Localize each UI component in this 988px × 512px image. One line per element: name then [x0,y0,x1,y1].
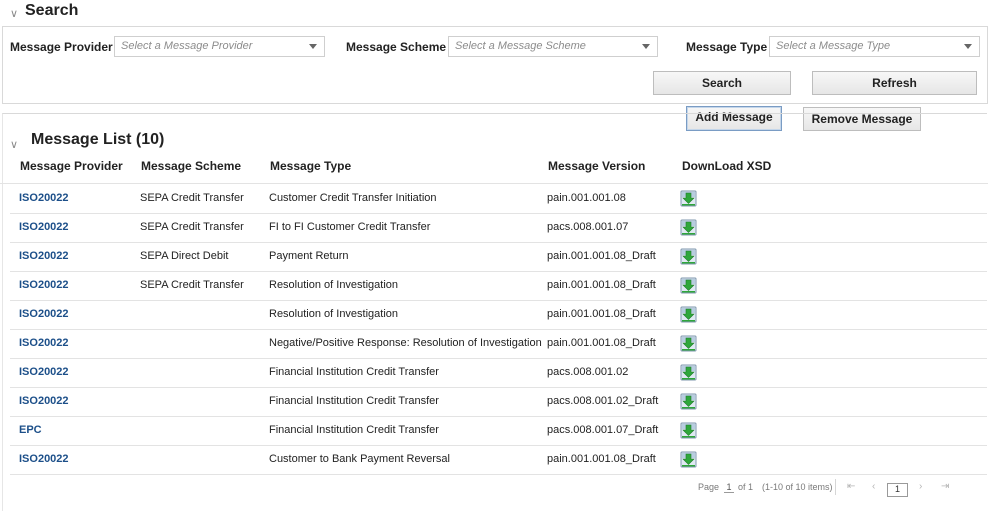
row-type: Customer Credit Transfer Initiation [269,192,437,204]
table-row: EPC Financial Institution Credit Transfer… [10,416,987,446]
current-page-button[interactable]: 1 [887,483,908,497]
page-of-label: of 1 [738,482,754,492]
message-provider-label: Message Provider [10,40,113,54]
row-provider-link[interactable]: ISO20022 [19,395,69,407]
row-provider-link[interactable]: ISO20022 [19,308,69,320]
table-row: ISO20022 SEPA Credit Transfer FI to FI Cus… [10,213,987,243]
download-xsd-icon[interactable] [680,190,697,207]
message-list-title: Message List (10) [31,131,165,148]
row-version: pacs.008.001.02_Draft [547,395,659,407]
table-header: Message Provider Message Scheme Message … [0,150,988,184]
download-xsd-icon[interactable] [680,306,697,323]
row-provider-link[interactable]: ISO20022 [19,192,69,204]
search-collapse-icon[interactable]: ∨ [10,7,18,20]
row-type: Financial Institution Credit Transfer [269,395,439,407]
table-row: ISO20022 Financial Institution Credit Tra… [10,358,987,388]
table-row: ISO20022 SEPA Direct Debit Payment Return p… [10,242,987,272]
row-scheme: SEPA Credit Transfer [140,279,244,291]
download-xsd-icon[interactable] [680,248,697,265]
row-provider-link[interactable]: EPC [19,424,42,436]
previous-page-icon[interactable]: ‹ [872,481,875,492]
table-row: ISO20022 Resolution of Investigation pain.… [10,300,987,330]
row-provider-link[interactable]: ISO20022 [19,453,69,465]
download-xsd-icon[interactable] [680,451,697,468]
row-scheme: SEPA Credit Transfer [140,192,244,204]
download-xsd-icon[interactable] [680,422,697,439]
row-provider-link[interactable]: ISO20022 [19,366,69,378]
chevron-down-icon [642,44,650,49]
row-version: pacs.008.001.07 [547,221,629,233]
items-count-label: (1-10 of 10 items) [762,482,833,492]
pagination: Page 1 of 1 (1-10 of 10 items) ⇤ ‹ 1 › ⇥ [698,479,978,498]
table-row: ISO20022 SEPA Credit Transfer Customer Cre… [10,184,987,214]
row-version: pain.001.001.08_Draft [547,337,656,349]
download-xsd-icon[interactable] [680,393,697,410]
row-version: pain.001.001.08_Draft [547,250,656,262]
download-xsd-icon[interactable] [680,277,697,294]
row-type: Resolution of Investigation [269,279,399,291]
message-scheme-select[interactable]: Select a Message Scheme [448,36,658,57]
row-type: Payment Return [269,250,349,262]
download-xsd-icon[interactable] [680,364,697,381]
message-scheme-label: Message Scheme [346,40,447,54]
row-scheme: SEPA Direct Debit [140,250,229,262]
row-provider-link[interactable]: ISO20022 [19,221,69,233]
row-scheme: SEPA Credit Transfer [140,221,244,233]
download-xsd-icon[interactable] [680,335,697,352]
table-row: ISO20022 SEPA Credit Transfer Resolution o… [10,271,987,301]
refresh-button[interactable]: Refresh [812,71,977,95]
search-button[interactable]: Search [653,71,791,95]
column-header-type[interactable]: Message Type [270,159,351,173]
row-provider-link[interactable]: ISO20022 [19,250,69,262]
row-provider-link[interactable]: ISO20022 [19,337,69,349]
row-version: pacs.008.001.07_Draft [547,424,659,436]
row-version: pain.001.001.08_Draft [547,308,656,320]
message-type-select[interactable]: Select a Message Type [769,36,980,57]
chevron-down-icon [309,44,317,49]
table-row: ISO20022 Customer to Bank Payment Reversa… [10,445,987,475]
row-version: pain.001.001.08_Draft [547,453,656,465]
row-type: Resolution of Investigation [269,308,399,320]
row-version: pain.001.001.08_Draft [547,279,656,291]
message-provider-select[interactable]: Select a Message Provider [114,36,325,57]
row-type: Financial Institution Credit Transfer [269,366,439,378]
first-page-icon[interactable]: ⇤ [847,481,855,492]
table-row: ISO20022 Financial Institution Credit Tra… [10,387,987,417]
column-header-scheme[interactable]: Message Scheme [141,159,241,173]
column-header-download: DownLoad XSD [682,159,772,173]
page-label: Page [698,482,720,492]
row-type: Negative/Positive Response: Resolution o… [269,337,542,349]
pagination-divider [835,479,836,495]
row-version: pacs.008.001.02 [547,366,629,378]
next-page-icon[interactable]: › [919,481,922,492]
chevron-down-icon [964,44,972,49]
column-header-version[interactable]: Message Version [548,159,645,173]
search-section-title: Search [25,2,79,19]
last-page-icon[interactable]: ⇥ [941,481,949,492]
row-provider-link[interactable]: ISO20022 [19,279,69,291]
message-type-label: Message Type [686,40,768,54]
message-provider-placeholder: Select a Message Provider [121,40,253,52]
row-type: Customer to Bank Payment Reversal [269,453,450,465]
row-type: FI to FI Customer Credit Transfer [269,221,431,233]
row-type: Financial Institution Credit Transfer [269,424,439,436]
download-xsd-icon[interactable] [680,219,697,236]
message-type-placeholder: Select a Message Type [776,40,891,52]
row-version: pain.001.001.08 [547,192,626,204]
column-header-provider[interactable]: Message Provider [20,159,123,173]
table-row: ISO20022 Negative/Positive Response: Reso… [10,329,987,359]
page-input[interactable]: 1 [724,482,734,493]
message-scheme-placeholder: Select a Message Scheme [455,40,586,52]
